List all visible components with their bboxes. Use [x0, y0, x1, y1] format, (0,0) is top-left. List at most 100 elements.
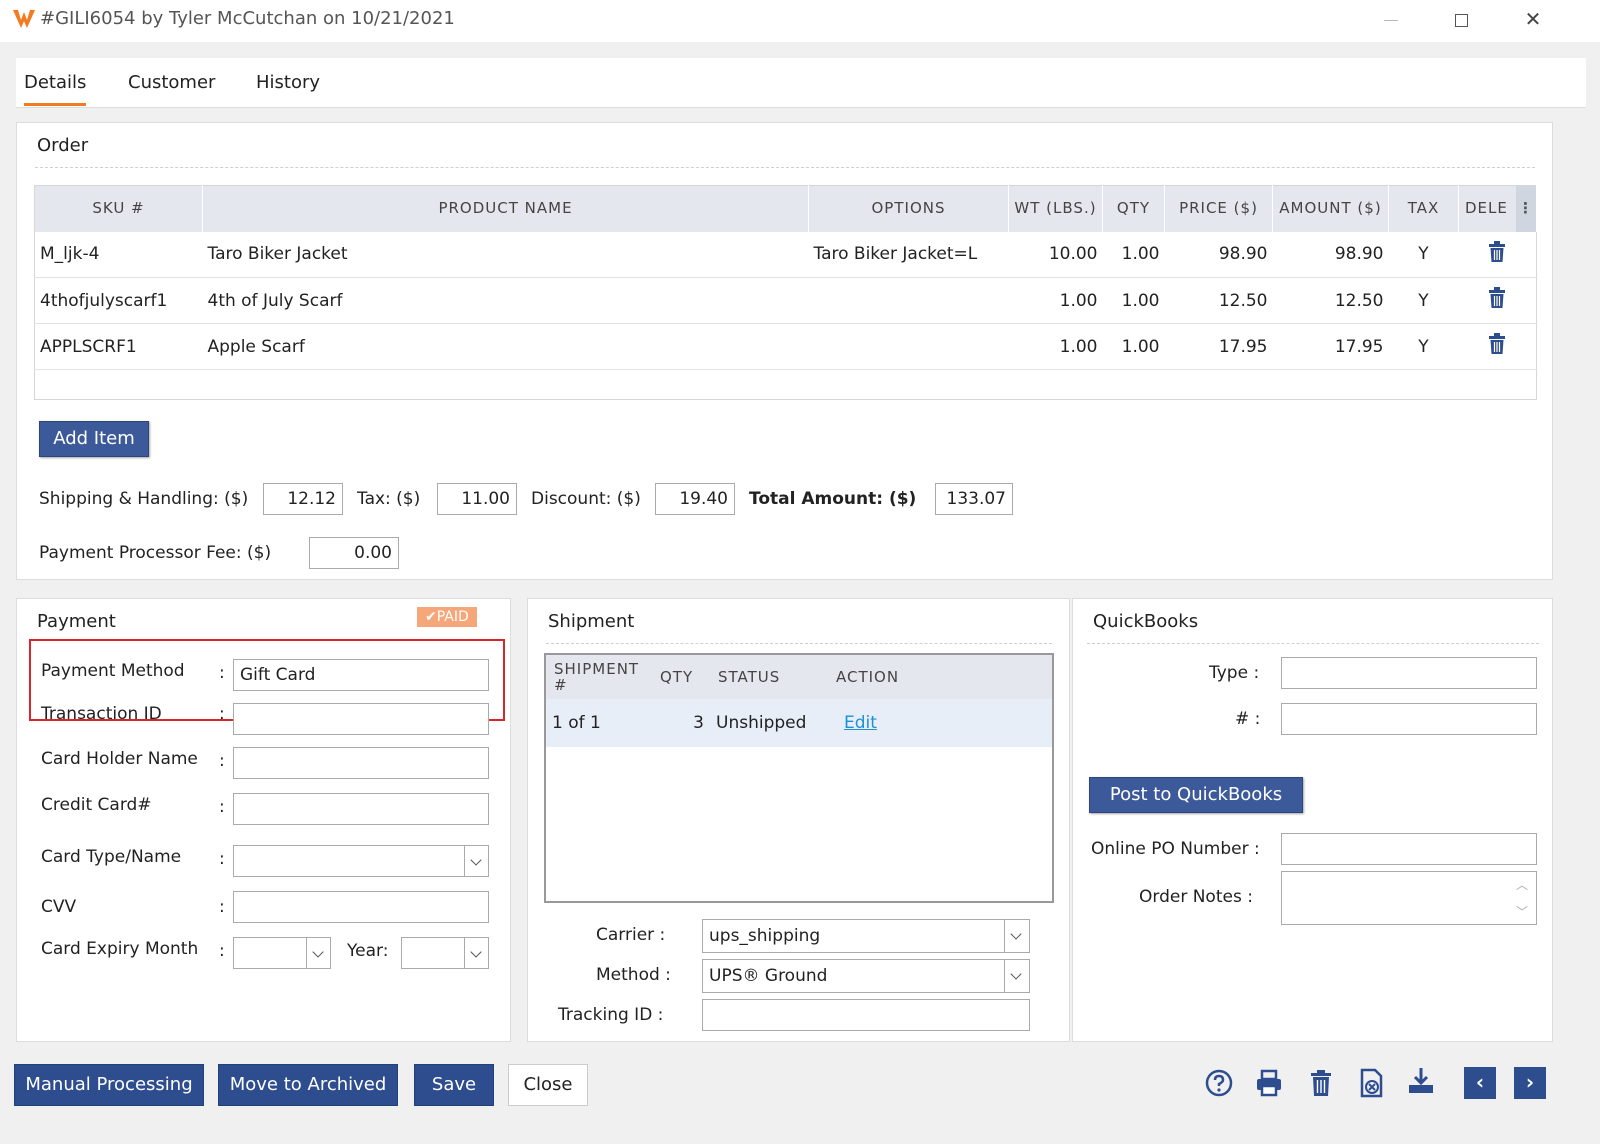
title-bar: #GILI6054 by Tyler McCutchan on 10/21/20…: [0, 0, 1600, 42]
col-tax[interactable]: TAX: [1388, 185, 1459, 232]
close-button[interactable]: Close: [508, 1064, 588, 1106]
qb-number-label: # :: [1235, 709, 1261, 729]
colon: :: [219, 797, 225, 817]
payment-panel: Payment ✔PAID Payment Method : Gift Card…: [16, 598, 511, 1042]
manual-processing-button[interactable]: Manual Processing: [14, 1064, 204, 1106]
qb-number-input[interactable]: [1281, 703, 1537, 735]
col-ship-qty[interactable]: QTY: [652, 655, 710, 699]
order-items-table: SKU # PRODUCT NAME OPTIONS WT (LBS.) QTY…: [34, 185, 1537, 400]
card-type-select[interactable]: [233, 845, 489, 877]
trash-icon[interactable]: [1488, 333, 1506, 355]
tab-history[interactable]: History: [256, 72, 320, 93]
table-row: M_ljk-4 Taro Biker Jacket Taro Biker Jac…: [34, 231, 1537, 278]
chevron-down-icon: [464, 938, 488, 968]
scroll-down-icon[interactable]: ﹀: [1516, 903, 1528, 920]
window-title: #GILI6054 by Tyler McCutchan on 10/21/20…: [40, 8, 455, 29]
payment-method-label: Payment Method: [41, 661, 185, 681]
table-row: 4thofjulyscarf1 4th of July Scarf 1.00 1…: [34, 277, 1537, 324]
edit-shipment-link[interactable]: Edit: [844, 713, 877, 733]
carrier-select[interactable]: ups_shipping: [702, 919, 1030, 953]
tax-input[interactable]: 11.00: [437, 483, 517, 515]
column-menu-icon[interactable]: ⋮: [1516, 186, 1536, 232]
col-amount[interactable]: AMOUNT ($): [1272, 185, 1389, 232]
cell-product-name: Taro Biker Jacket: [202, 231, 809, 278]
cell-qty: 1.00: [1102, 277, 1165, 324]
previous-order-button[interactable]: ‹: [1464, 1067, 1496, 1099]
cell-sku: 4thofjulyscarf1: [34, 277, 203, 324]
online-po-input[interactable]: [1281, 833, 1537, 865]
cell-tax: Y: [1388, 231, 1459, 278]
payment-method-input[interactable]: Gift Card: [233, 659, 489, 691]
chevron-down-icon: [306, 938, 330, 968]
col-product-name[interactable]: PRODUCT NAME: [202, 185, 809, 232]
shipment-panel: Shipment SHIPMENT # QTY STATUS ACTION 1 …: [527, 598, 1070, 1042]
tab-customer[interactable]: Customer: [128, 72, 215, 93]
order-panel: Order SKU # PRODUCT NAME OPTIONS WT (LBS…: [16, 122, 1553, 580]
credit-card-input[interactable]: [233, 793, 489, 825]
cell-options: [808, 323, 1009, 370]
online-po-label: Online PO Number :: [1091, 839, 1260, 859]
colon: :: [219, 941, 225, 961]
col-shipment[interactable]: SHIPMENT #: [546, 655, 652, 699]
cancel-order-icon[interactable]: [1356, 1068, 1386, 1098]
method-select[interactable]: UPS® Ground: [702, 959, 1030, 993]
card-holder-input[interactable]: [233, 747, 489, 779]
discount-input[interactable]: 19.40: [655, 483, 735, 515]
tracking-id-input[interactable]: [702, 999, 1030, 1031]
qb-type-label: Type :: [1209, 663, 1260, 683]
cell-delete: [1458, 323, 1537, 370]
print-icon[interactable]: [1254, 1068, 1284, 1098]
cell-options: [808, 277, 1009, 324]
col-qty[interactable]: QTY: [1102, 185, 1165, 232]
col-price[interactable]: PRICE ($): [1164, 185, 1273, 232]
fee-label: Payment Processor Fee: ($): [39, 543, 272, 563]
col-weight[interactable]: WT (LBS.): [1008, 185, 1103, 232]
order-notes-textarea[interactable]: ︿ ﹀: [1281, 871, 1537, 925]
cell-delete: [1458, 277, 1537, 324]
table-row: 1 of 1 3 Unshipped Edit: [546, 699, 1052, 747]
col-options[interactable]: OPTIONS: [808, 185, 1009, 232]
cell-action: Edit: [828, 699, 1052, 747]
expiry-year-select[interactable]: [401, 937, 489, 969]
chevron-left-icon: ‹: [1475, 1070, 1485, 1094]
move-to-archived-button[interactable]: Move to Archived: [218, 1064, 398, 1106]
trash-icon[interactable]: [1306, 1068, 1336, 1098]
cvv-label: CVV: [41, 897, 77, 917]
shipping-input[interactable]: 12.12: [263, 483, 343, 515]
col-action[interactable]: ACTION: [828, 655, 1052, 699]
transaction-id-label: Transaction ID: [41, 704, 162, 724]
cell-qty: 1.00: [1102, 231, 1165, 278]
fee-input[interactable]: 0.00: [309, 537, 399, 569]
qb-type-input[interactable]: [1281, 657, 1537, 689]
scroll-up-icon[interactable]: ︿: [1516, 876, 1528, 893]
help-icon[interactable]: [1204, 1068, 1234, 1098]
add-item-button[interactable]: Add Item: [39, 421, 149, 457]
total-input[interactable]: 133.07: [935, 483, 1013, 515]
cell-product-name: 4th of July Scarf: [202, 277, 809, 324]
save-button[interactable]: Save: [414, 1064, 494, 1106]
cell-price: 12.50: [1164, 277, 1273, 324]
paid-badge: ✔PAID: [417, 607, 477, 627]
col-delete[interactable]: DELE ⋮: [1458, 185, 1537, 232]
cvv-input[interactable]: [233, 891, 489, 923]
method-label: Method :: [596, 965, 671, 985]
post-to-quickbooks-button[interactable]: Post to QuickBooks: [1089, 777, 1303, 813]
trash-icon[interactable]: [1488, 287, 1506, 309]
close-window-button[interactable]: ✕: [1518, 6, 1548, 34]
table-row: APPLSCRF1 Apple Scarf 1.00 1.00 17.95 17…: [34, 323, 1537, 370]
transaction-id-input[interactable]: [233, 703, 489, 735]
cell-price: 98.90: [1164, 231, 1273, 278]
download-icon[interactable]: [1406, 1066, 1436, 1096]
card-type-label: Card Type/Name: [41, 847, 182, 867]
cell-options: Taro Biker Jacket=L: [808, 231, 1009, 278]
col-status[interactable]: STATUS: [710, 655, 828, 699]
chevron-down-icon: [1004, 960, 1028, 992]
col-sku[interactable]: SKU #: [34, 185, 203, 232]
trash-icon[interactable]: [1488, 240, 1506, 263]
next-order-button[interactable]: ›: [1514, 1067, 1546, 1099]
minimize-button[interactable]: [1376, 6, 1406, 34]
tab-details[interactable]: Details: [24, 72, 87, 106]
quickbooks-title: QuickBooks: [1093, 611, 1199, 632]
expiry-month-select[interactable]: [233, 937, 331, 969]
maximize-button[interactable]: [1446, 6, 1476, 34]
